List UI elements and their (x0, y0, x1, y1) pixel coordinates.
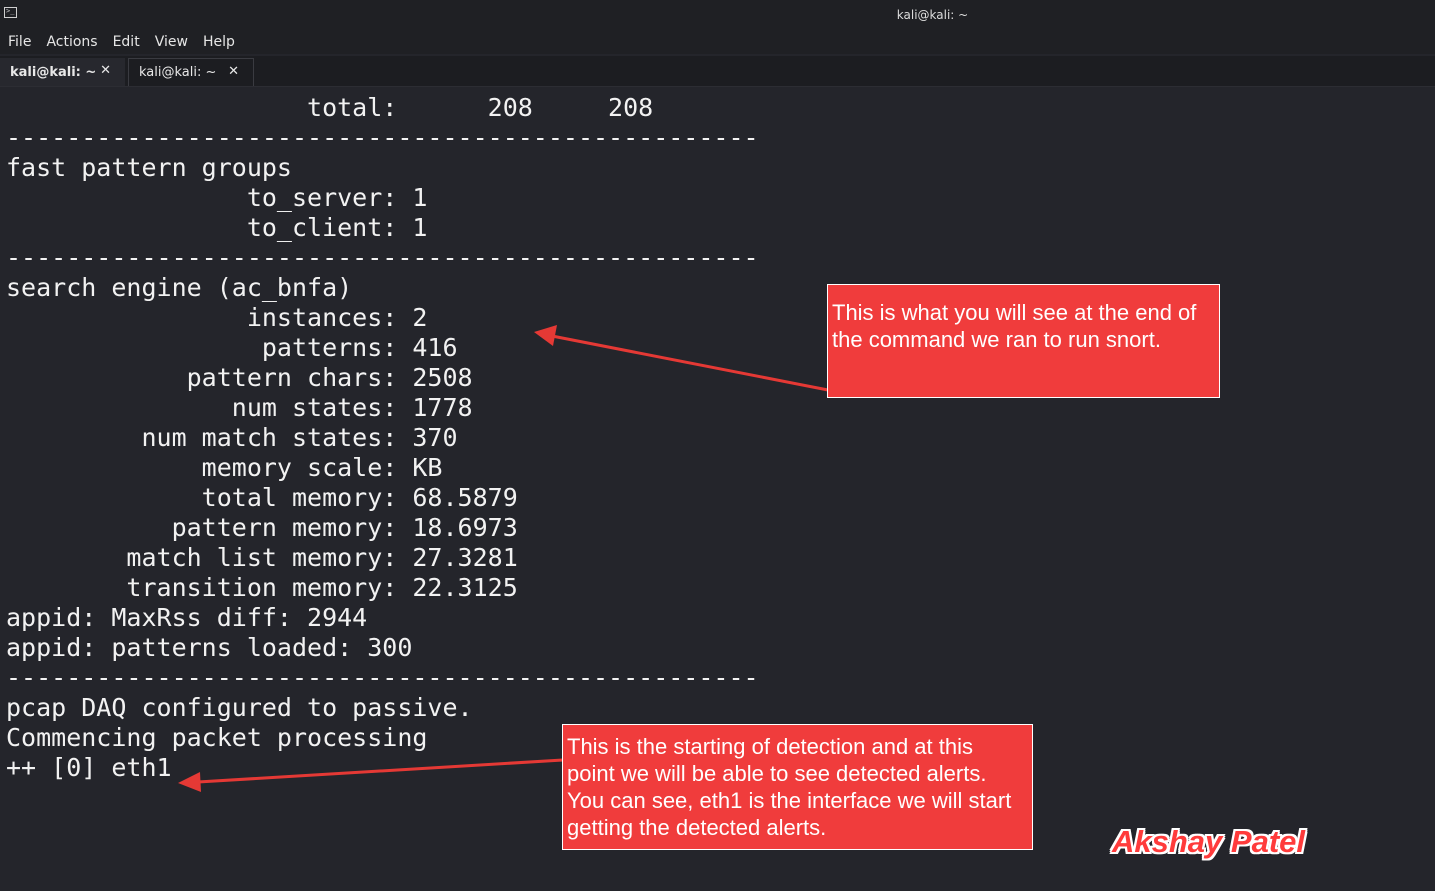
terminal-line: transition memory: 22.3125 (6, 573, 518, 602)
author-signature: Akshay Patel (1112, 824, 1305, 859)
menu-view[interactable]: View (155, 34, 188, 50)
terminal-line: ----------------------------------------… (6, 243, 759, 272)
menu-actions[interactable]: Actions (46, 34, 97, 50)
terminal-line: pcap DAQ configured to passive. (6, 693, 473, 722)
tab-2-label: kali@kali: ~ (139, 65, 217, 80)
terminal-line: fast pattern groups (6, 153, 292, 182)
terminal-line: search engine (ac_bnfa) (6, 273, 353, 302)
tab-1[interactable]: kali@kali: ~ ✕ (0, 58, 125, 86)
tab-bar: kali@kali: ~ ✕ kali@kali: ~ ✕ (0, 56, 1435, 87)
tab-2[interactable]: kali@kali: ~ ✕ (128, 58, 254, 86)
annotation-callout-top: This is what you will see at the end of … (827, 284, 1220, 398)
title-bar: >_ kali@kali: ~ (0, 0, 1435, 30)
terminal-line: appid: patterns loaded: 300 (6, 633, 413, 662)
terminal-line: memory scale: KB (6, 453, 443, 482)
annotation-callout-bottom: This is the starting of detection and at… (562, 724, 1033, 850)
terminal-line: ++ [0] eth1 (6, 753, 172, 782)
terminal-line: pattern memory: 18.6973 (6, 513, 518, 542)
terminal-line: to_server: 1 (6, 183, 428, 212)
terminal-line: Commencing packet processing (6, 723, 428, 752)
menu-bar: File Actions Edit View Help (0, 30, 1435, 54)
terminal-line: patterns: 416 (6, 333, 458, 362)
terminal-line: ----------------------------------------… (6, 663, 759, 692)
tab-1-label: kali@kali: ~ (10, 64, 97, 80)
terminal-line: num states: 1778 (6, 393, 473, 422)
terminal-line: match list memory: 27.3281 (6, 543, 518, 572)
menu-edit[interactable]: Edit (113, 34, 140, 50)
window-title: kali@kali: ~ (896, 8, 969, 22)
terminal-line: instances: 2 (6, 303, 428, 332)
terminal-line: ----------------------------------------… (6, 123, 759, 152)
menu-file[interactable]: File (8, 34, 31, 50)
terminal-line: total: 208 208 (6, 93, 654, 122)
close-icon[interactable]: ✕ (100, 63, 111, 78)
terminal-line: num match states: 370 (6, 423, 458, 452)
terminal-line: total memory: 68.5879 (6, 483, 518, 512)
menu-help[interactable]: Help (203, 34, 235, 50)
terminal-line: appid: MaxRss diff: 2944 (6, 603, 368, 632)
terminal-line: to_client: 1 (6, 213, 428, 242)
close-icon[interactable]: ✕ (228, 64, 239, 79)
terminal-line: pattern chars: 2508 (6, 363, 473, 392)
